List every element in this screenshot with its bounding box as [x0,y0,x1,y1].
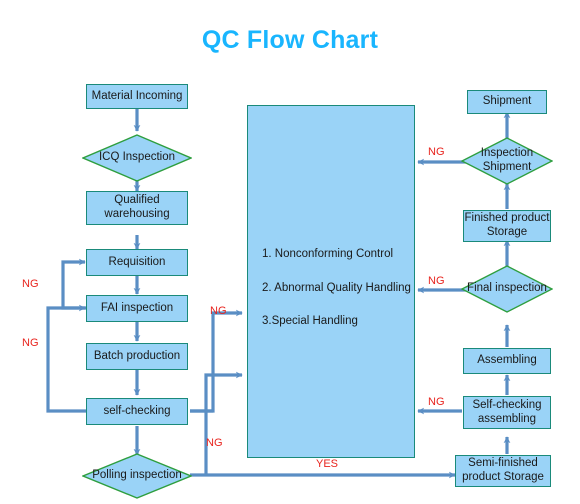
node-icq-inspection[interactable]: ICQ Inspection [81,134,193,182]
node-assembling[interactable]: Assembling [463,348,551,374]
node-self-checking[interactable]: self-checking [86,398,188,425]
node-material-incoming[interactable]: Material Incoming [86,84,188,109]
node-label: Assembling [477,354,537,367]
flowchart-canvas: QC Flow Chart Material Incoming ICQ Insp… [0,0,580,504]
edge-label-ng-requisition-loop: NG [22,278,39,290]
node-label: Finished product Storage [464,212,550,238]
center-item-2: 2. Abnormal Quality Handling [262,282,411,294]
edge-label-ng-final-inspection: NG [428,275,445,287]
center-item-1: 1. Nonconforming Control [262,248,394,260]
edge-label-ng-self-checking-assembling: NG [428,396,445,408]
edge-label-ng-fai-loop: NG [22,337,39,349]
node-label: Semi-finished product Storage [462,457,544,483]
node-inspection-shipment[interactable]: Inspection Shipment [460,137,554,185]
diamond-shape [460,265,554,313]
node-finished-product-storage[interactable]: Finished product Storage [463,210,551,242]
node-polling-inspection[interactable]: Polling inspection [81,453,193,499]
node-semi-finished-product-storage[interactable]: Semi-finished product Storage [455,455,551,487]
node-shipment[interactable]: Shipment [467,90,547,114]
node-fai-inspection[interactable]: FAI inspection [86,295,188,322]
node-label: Requisition [108,255,166,268]
center-item-3: 3.Special Handling [262,315,358,327]
edge-label-ng-inspection-shipment: NG [428,146,445,158]
node-label: Batch production [93,349,181,362]
node-batch-production[interactable]: Batch production [86,343,188,370]
node-label: Material Incoming [91,89,183,102]
diamond-shape [81,453,193,499]
node-qualified-warehousing[interactable]: Qualified warehousing [86,191,188,225]
diamond-shape [81,134,193,182]
edge-ng-selfchecking-to-fai [46,304,90,413]
node-label: self-checking [103,404,171,417]
edge-ng-to-center-upper [190,309,243,413]
node-label: Self-checking assembling [472,398,542,425]
node-label: FAI inspection [100,301,174,314]
node-requisition[interactable]: Requisition [86,249,188,276]
node-final-inspection[interactable]: Final inspection [460,265,554,313]
center-process-box[interactable]: 1. Nonconforming Control 2. Abnormal Qua… [247,105,415,458]
edge-label-yes-polling: YES [316,458,339,470]
edge-label-ng-fai-to-center: NG [210,305,227,317]
diamond-shape [460,137,554,185]
node-self-checking-assembling[interactable]: Self-checking assembling [463,396,551,429]
edge-label-ng-polling-to-center: NG [206,437,223,449]
node-label: Qualified warehousing [104,194,170,220]
node-label: Shipment [482,95,532,108]
